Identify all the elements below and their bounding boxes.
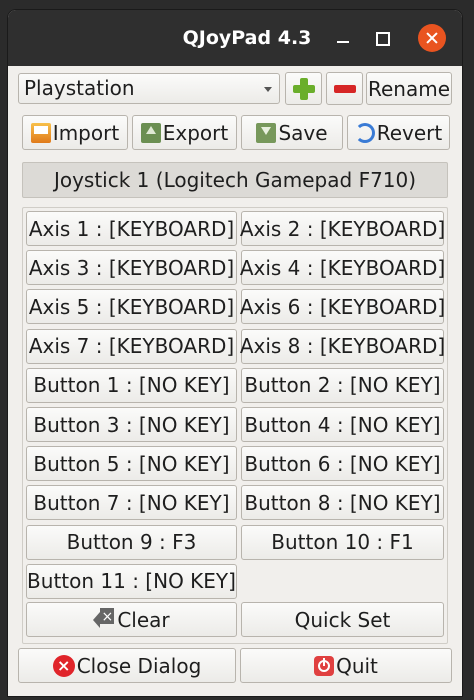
mapping-button[interactable]: Button 3 : [NO KEY] — [26, 407, 237, 442]
export-label: Export — [162, 120, 229, 145]
remove-layout-button[interactable] — [326, 72, 363, 105]
mapping-button[interactable]: Button 5 : [NO KEY] — [26, 446, 237, 482]
maximize-icon[interactable] — [368, 24, 396, 52]
mapping-label: Axis 8 : [KEYBOARD] — [239, 334, 446, 359]
mapping-button[interactable]: Axis 5 : [KEYBOARD] — [26, 289, 237, 325]
mapping-button[interactable]: Axis 8 : [KEYBOARD] — [239, 328, 446, 364]
quick-set-button[interactable]: Quick Set — [241, 602, 444, 637]
mapping-label: Axis 6 : [KEYBOARD] — [239, 294, 446, 319]
quit-label: Quit — [336, 653, 378, 678]
mapping-label: Button 10 : F1 — [271, 530, 414, 555]
mapping-button[interactable]: Axis 3 : [KEYBOARD] — [26, 250, 237, 286]
close-dialog-label: Close Dialog — [76, 653, 202, 678]
close-dialog-button[interactable]: × Close Dialog — [18, 648, 236, 683]
rename-button[interactable]: Rename — [366, 72, 452, 105]
mapping-button[interactable]: Axis 1 : [KEYBOARD] — [26, 211, 237, 246]
save-label: Save — [278, 120, 328, 145]
mapping-label: Button 8 : [NO KEY] — [244, 490, 441, 515]
mapping-label: Button 5 : [NO KEY] — [33, 451, 230, 476]
mapping-label: Button 4 : [NO KEY] — [244, 412, 441, 437]
mapping-button[interactable]: Axis 2 : [KEYBOARD] — [239, 211, 446, 246]
mapping-label: Button 7 : [NO KEY] — [33, 490, 230, 515]
quick-set-label: Quick Set — [294, 607, 391, 632]
layout-select-value: Playstation — [24, 76, 135, 100]
close-icon: × — [52, 654, 75, 677]
quit-button[interactable]: Quit — [240, 648, 452, 683]
mapping-label: Button 2 : [NO KEY] — [244, 373, 441, 398]
backspace-icon — [93, 607, 115, 628]
qjoypad-window: QJoyPad 4.3 Playstation Rename Import Ex… — [8, 10, 462, 696]
mapping-button[interactable]: Button 1 : [NO KEY] — [26, 367, 237, 403]
mapping-label: Button 3 : [NO KEY] — [33, 412, 230, 437]
plus-icon — [292, 77, 315, 100]
revert-label: Revert — [376, 120, 443, 145]
mapping-button[interactable]: Button 10 : F1 — [241, 524, 444, 560]
minus-icon — [333, 84, 356, 93]
clear-label: Clear — [117, 607, 170, 632]
clear-button[interactable]: Clear — [26, 602, 237, 637]
mapping-label: Axis 1 : [KEYBOARD] — [28, 216, 235, 241]
mapping-button[interactable]: Button 11 : [NO KEY] — [26, 563, 237, 599]
mapping-label: Button 9 : F3 — [66, 530, 197, 555]
mapping-label: Axis 5 : [KEYBOARD] — [28, 294, 235, 319]
save-button[interactable]: Save — [241, 115, 343, 150]
mapping-label: Axis 7 : [KEYBOARD] — [28, 334, 235, 359]
mapping-button[interactable]: Axis 6 : [KEYBOARD] — [239, 289, 446, 325]
mapping-button[interactable]: Button 9 : F3 — [26, 524, 237, 560]
mapping-label: Button 6 : [NO KEY] — [244, 451, 441, 476]
power-icon — [314, 655, 335, 676]
mapping-button[interactable]: Button 7 : [NO KEY] — [26, 485, 237, 521]
dropdown-arrow-icon — [264, 87, 272, 92]
mapping-label: Button 11 : [NO KEY] — [27, 569, 236, 594]
mapping-label: Axis 3 : [KEYBOARD] — [28, 255, 235, 280]
mapping-label: Button 1 : [NO KEY] — [33, 373, 230, 398]
export-button[interactable]: Export — [132, 115, 237, 150]
export-icon — [140, 122, 161, 143]
mapping-button[interactable]: Axis 4 : [KEYBOARD] — [239, 250, 446, 286]
revert-icon — [354, 122, 375, 143]
layout-select[interactable]: Playstation — [18, 73, 280, 104]
rename-label: Rename — [367, 76, 451, 101]
mapping-button[interactable]: Button 6 : [NO KEY] — [241, 446, 444, 482]
import-label: Import — [52, 120, 120, 145]
revert-button[interactable]: Revert — [347, 115, 450, 150]
mapping-label: Axis 4 : [KEYBOARD] — [239, 255, 446, 280]
mapping-label: Axis 2 : [KEYBOARD] — [239, 216, 446, 241]
add-layout-button[interactable] — [285, 72, 322, 105]
joystick-tab[interactable]: Joystick 1 (Logitech Gamepad F710) — [22, 162, 448, 198]
title-bar[interactable]: QJoyPad 4.3 — [8, 10, 462, 66]
close-window-icon[interactable] — [418, 24, 446, 52]
minimize-icon[interactable] — [329, 24, 357, 52]
mapping-button[interactable]: Axis 7 : [KEYBOARD] — [26, 328, 237, 364]
mapping-button[interactable]: Button 4 : [NO KEY] — [241, 407, 444, 442]
save-icon — [256, 122, 277, 143]
import-button[interactable]: Import — [22, 115, 128, 150]
import-icon — [30, 122, 51, 143]
mapping-button[interactable]: Button 2 : [NO KEY] — [241, 367, 444, 403]
mapping-button[interactable]: Button 8 : [NO KEY] — [241, 485, 444, 521]
